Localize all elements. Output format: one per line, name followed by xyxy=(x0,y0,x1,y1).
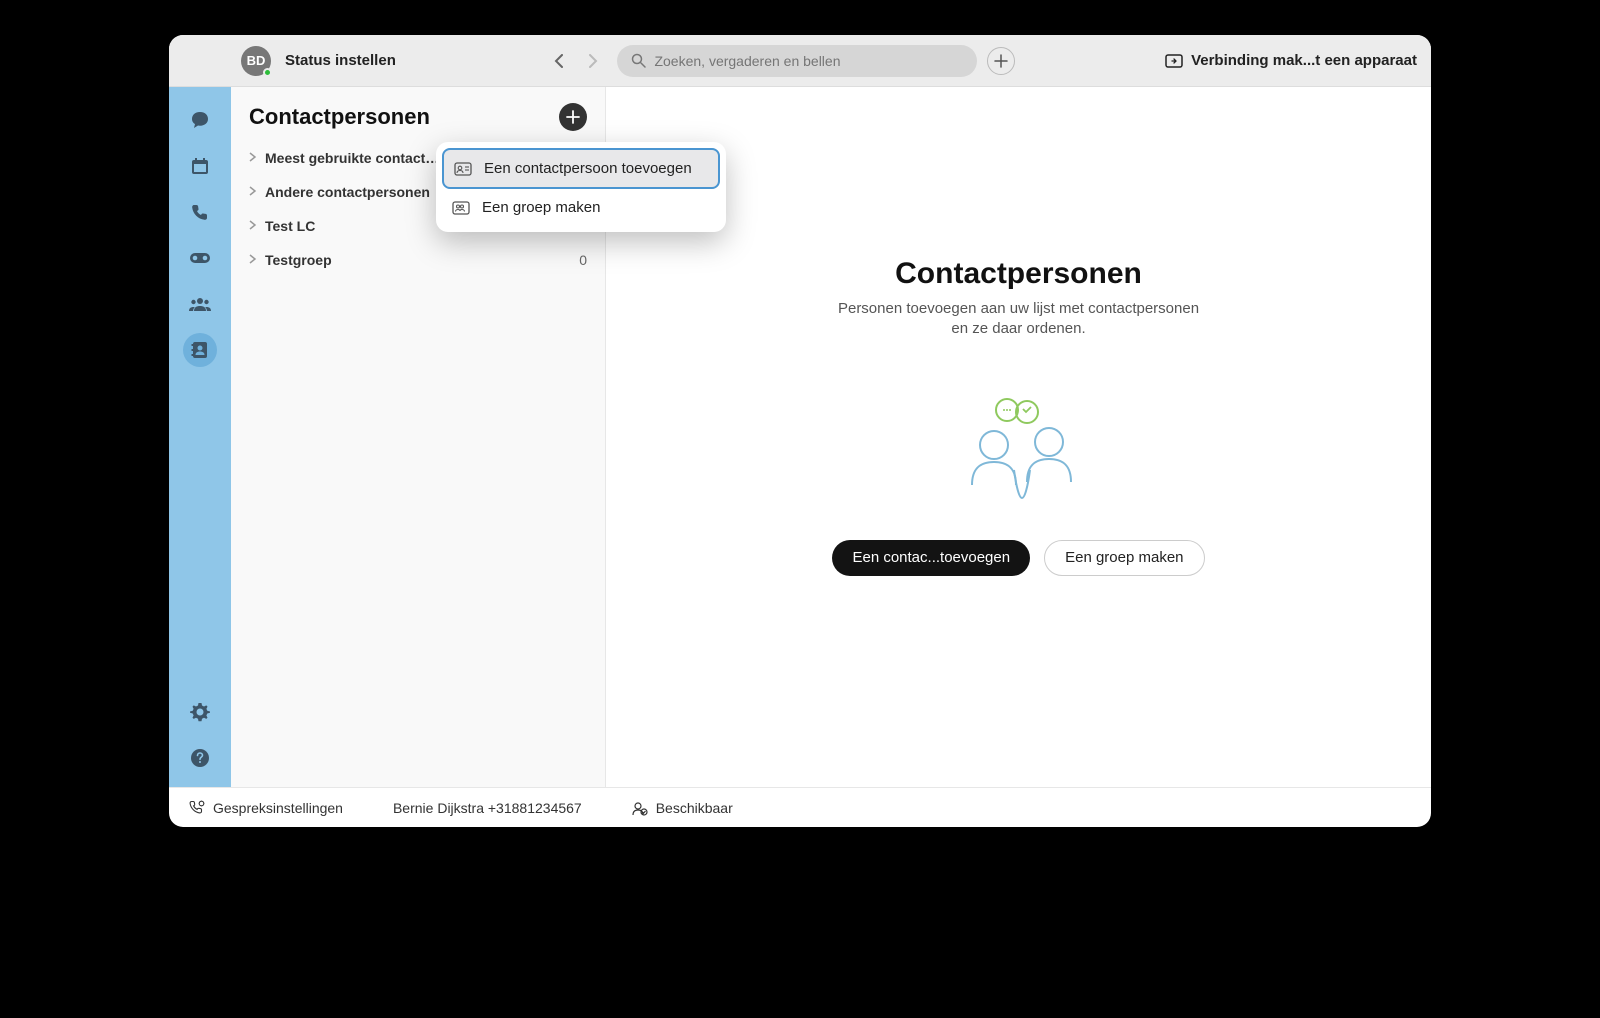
team-icon xyxy=(189,296,211,312)
menu-add-contact-label: Een contactpersoon toevoegen xyxy=(484,160,692,177)
user-avatar[interactable]: BD xyxy=(241,46,271,76)
footer-bar: Gespreksinstellingen Bernie Dijkstra +31… xyxy=(169,787,1431,827)
avatar-initials: BD xyxy=(247,53,266,68)
group-card-icon xyxy=(452,201,470,215)
group-name: Test LC xyxy=(265,218,315,234)
help-icon xyxy=(190,748,210,768)
main-body: Contactpersonen Meest gebruikte contactp… xyxy=(169,87,1431,787)
group-name: Meest gebruikte contactpers xyxy=(265,150,445,166)
search-input[interactable] xyxy=(654,53,963,69)
set-status-button[interactable]: Status instellen xyxy=(285,52,396,69)
history-nav xyxy=(545,47,607,75)
menu-add-contact[interactable]: Een contactpersoon toevoegen xyxy=(442,148,720,189)
nav-back-button[interactable] xyxy=(545,47,573,75)
group-row[interactable]: Testgroep 0 xyxy=(231,243,605,277)
group-name: Andere contactpersonen xyxy=(265,184,430,200)
contacts-illustration-icon xyxy=(954,390,1084,500)
nav-help[interactable] xyxy=(183,741,217,775)
contact-list-panel: Contactpersonen Meest gebruikte contactp… xyxy=(231,87,606,787)
add-contact-button[interactable] xyxy=(559,103,587,131)
app-window: BD Status instellen Verbinding mak...t e… xyxy=(169,35,1431,827)
nav-voicemail[interactable] xyxy=(183,241,217,275)
presence-icon xyxy=(632,800,648,816)
plus-icon xyxy=(994,54,1008,68)
header-add-button[interactable] xyxy=(987,47,1015,75)
call-settings-label: Gespreksinstellingen xyxy=(213,800,343,816)
add-menu-popup: Een contactpersoon toevoegen Een groep m… xyxy=(436,142,726,232)
user-line[interactable]: Bernie Dijkstra +31881234567 xyxy=(393,800,582,816)
chevron-right-icon xyxy=(249,217,257,235)
plus-icon xyxy=(566,110,580,124)
chevron-right-icon xyxy=(588,54,598,68)
create-group-secondary-button[interactable]: Een groep maken xyxy=(1044,540,1204,576)
nav-calls[interactable] xyxy=(183,195,217,229)
user-line-label: Bernie Dijkstra +31881234567 xyxy=(393,800,582,816)
chevron-right-icon xyxy=(249,251,257,269)
list-header: Contactpersonen xyxy=(231,87,605,141)
nav-messages[interactable] xyxy=(183,103,217,137)
availability-status[interactable]: Beschikbaar xyxy=(632,800,733,816)
nav-forward-button[interactable] xyxy=(579,47,607,75)
calendar-icon xyxy=(190,156,210,176)
search-icon xyxy=(631,53,646,68)
connect-device-link[interactable]: Verbinding mak...t een apparaat xyxy=(1165,52,1417,69)
gear-icon xyxy=(190,702,210,722)
nav-settings[interactable] xyxy=(183,695,217,729)
nav-teams[interactable] xyxy=(183,287,217,321)
add-contact-primary-button[interactable]: Een contac...toevoegen xyxy=(832,540,1030,576)
chevron-right-icon xyxy=(249,183,257,201)
voicemail-icon xyxy=(189,252,211,264)
chat-icon xyxy=(190,110,210,130)
nav-calendar[interactable] xyxy=(183,149,217,183)
search-bar[interactable] xyxy=(617,45,977,77)
presence-dot-icon xyxy=(263,68,272,77)
availability-label: Beschikbaar xyxy=(656,800,733,816)
side-nav xyxy=(169,87,231,787)
call-settings-link[interactable]: Gespreksinstellingen xyxy=(189,800,343,816)
chevron-left-icon xyxy=(554,54,564,68)
menu-create-group[interactable]: Een groep maken xyxy=(442,189,720,226)
connect-device-label: Verbinding mak...t een apparaat xyxy=(1191,52,1417,69)
contacts-icon xyxy=(190,340,210,360)
content-heading: Contactpersonen xyxy=(895,257,1142,291)
list-title: Contactpersonen xyxy=(249,104,430,130)
chevron-right-icon xyxy=(249,149,257,167)
phone-settings-icon xyxy=(189,800,205,816)
phone-icon xyxy=(191,203,209,221)
nav-contacts[interactable] xyxy=(183,333,217,367)
header-bar: BD Status instellen Verbinding mak...t e… xyxy=(169,35,1431,87)
content-actions: Een contac...toevoegen Een groep maken xyxy=(832,540,1204,576)
content-subtext: Personen toevoegen aan uw lijst met cont… xyxy=(829,299,1209,340)
device-icon xyxy=(1165,54,1183,68)
menu-create-group-label: Een groep maken xyxy=(482,199,600,216)
content-area: Contactpersonen Personen toevoegen aan u… xyxy=(606,87,1431,787)
person-card-icon xyxy=(454,162,472,176)
group-name: Testgroep xyxy=(265,252,332,268)
group-count: 0 xyxy=(579,252,587,268)
